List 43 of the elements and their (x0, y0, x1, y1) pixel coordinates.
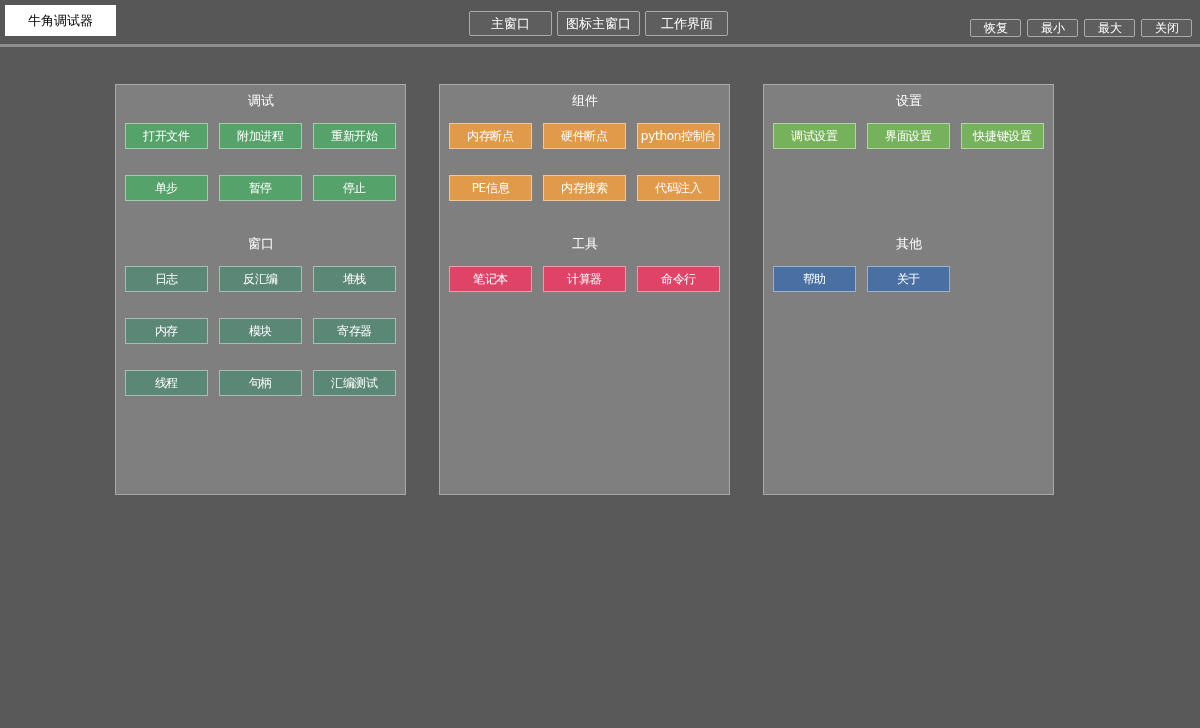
action-button[interactable]: 代码注入 (637, 175, 720, 201)
window-control-button[interactable]: 最大 (1084, 19, 1135, 37)
action-button[interactable]: 关于 (867, 266, 950, 292)
section-title: 设置 (895, 93, 922, 109)
action-button[interactable]: 线程 (125, 370, 208, 396)
section-title: 其他 (895, 236, 922, 252)
action-button[interactable]: 内存 (125, 318, 208, 344)
window-control-button[interactable]: 关闭 (1141, 19, 1192, 37)
section-title: 组件 (571, 93, 598, 109)
action-button[interactable]: 内存搜索 (543, 175, 626, 201)
action-button[interactable]: 暂停 (219, 175, 302, 201)
action-button[interactable]: 日志 (125, 266, 208, 292)
action-button[interactable]: 单步 (125, 175, 208, 201)
action-button[interactable]: 重新开始 (313, 123, 396, 149)
action-button[interactable]: 笔记本 (449, 266, 532, 292)
nav-button[interactable]: 图标主窗口 (557, 11, 640, 36)
action-button[interactable]: 计算器 (543, 266, 626, 292)
nav-button[interactable]: 工作界面 (645, 11, 728, 36)
action-button[interactable]: PE信息 (449, 175, 532, 201)
window-title: 牛角调试器 (5, 5, 116, 36)
action-button[interactable]: 调试设置 (773, 123, 856, 149)
action-button[interactable]: 附加进程 (219, 123, 302, 149)
action-button[interactable]: 帮助 (773, 266, 856, 292)
action-button[interactable]: 内存断点 (449, 123, 532, 149)
action-button[interactable]: 堆栈 (313, 266, 396, 292)
action-button[interactable]: 停止 (313, 175, 396, 201)
window-control-button[interactable]: 最小 (1027, 19, 1078, 37)
action-button[interactable]: 寄存器 (313, 318, 396, 344)
action-button[interactable]: 汇编测试 (313, 370, 396, 396)
action-button[interactable]: 句柄 (219, 370, 302, 396)
action-button[interactable]: 命令行 (637, 266, 720, 292)
window-control-button[interactable]: 恢复 (970, 19, 1021, 37)
action-button[interactable]: python控制台 (637, 123, 720, 149)
section-title: 窗口 (247, 236, 274, 252)
action-button[interactable]: 打开文件 (125, 123, 208, 149)
action-button[interactable]: 快捷键设置 (961, 123, 1044, 149)
section-title: 调试 (247, 93, 274, 109)
section-title: 工具 (571, 236, 598, 252)
nav-button[interactable]: 主窗口 (469, 11, 552, 36)
action-button[interactable]: 硬件断点 (543, 123, 626, 149)
action-button[interactable]: 反汇编 (219, 266, 302, 292)
action-button[interactable]: 模块 (219, 318, 302, 344)
action-button[interactable]: 界面设置 (867, 123, 950, 149)
